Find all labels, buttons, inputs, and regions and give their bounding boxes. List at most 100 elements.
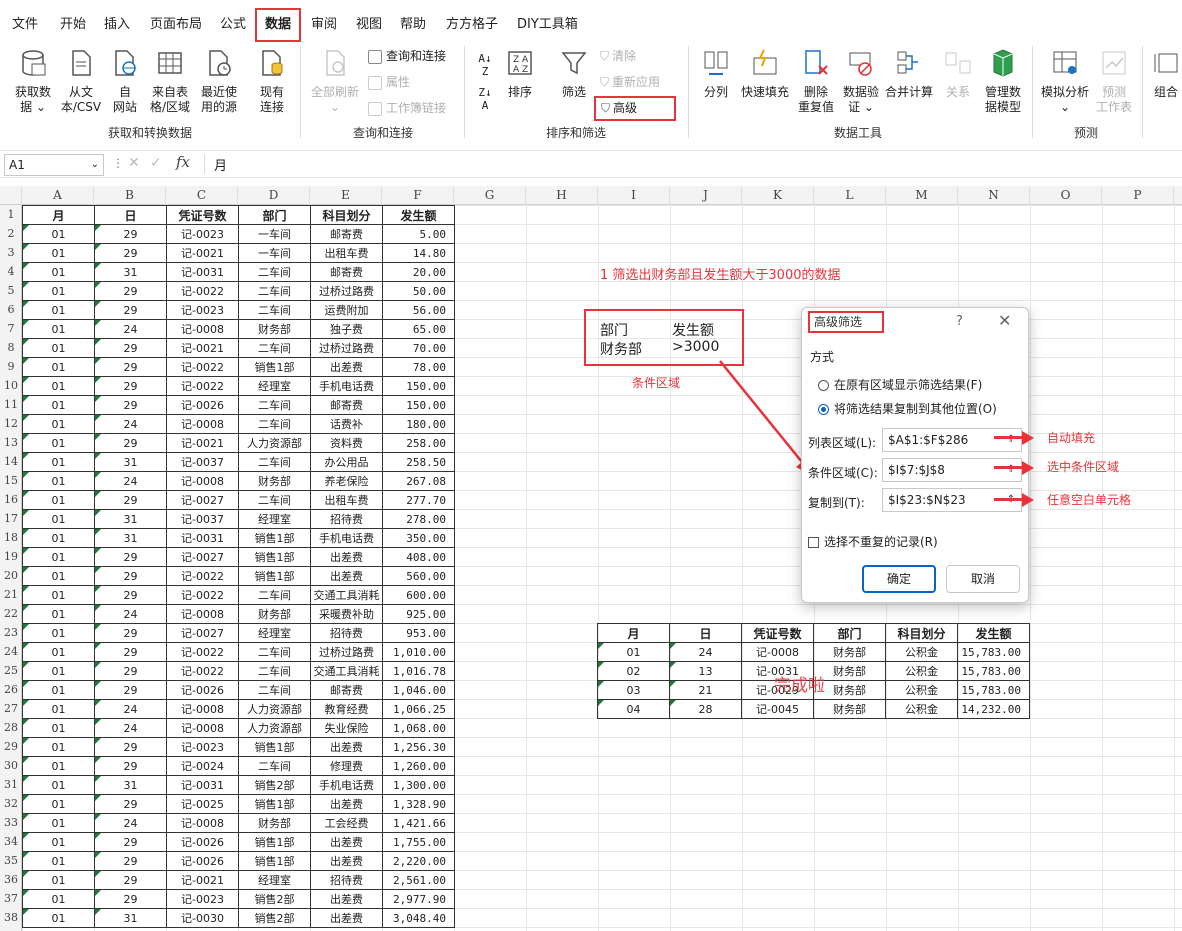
sort-button[interactable]: Z AA Z 排序 [502,46,538,100]
table-cell[interactable]: 01 [22,471,95,491]
table-cell[interactable]: 出租车费 [310,490,383,510]
table-cell[interactable]: 01 [22,756,95,776]
table-cell[interactable]: 1,066.25 [382,699,455,719]
table-cell[interactable]: 教育经费 [310,699,383,719]
row-header[interactable]: 6 [0,300,22,319]
tab-view[interactable]: 视图 [352,8,386,42]
table-cell[interactable]: 953.00 [382,623,455,643]
table-cell[interactable]: 150.00 [382,395,455,415]
header-cell[interactable]: 日 [94,205,167,225]
table-cell[interactable]: 560.00 [382,566,455,586]
table-cell[interactable]: 公积金 [885,661,958,681]
column-header[interactable]: B [94,186,166,205]
table-cell[interactable]: 29 [94,623,167,643]
table-cell[interactable]: 01 [22,908,95,928]
enter-icon[interactable]: ✓ [150,155,162,171]
table-cell[interactable]: 01 [22,775,95,795]
table-cell[interactable]: 记-0008 [166,718,239,738]
table-cell[interactable]: 1,016.78 [382,661,455,681]
table-cell[interactable]: 01 [22,528,95,548]
help-icon[interactable]: ? [956,314,963,329]
queries-connections-button[interactable]: 查询和连接 [368,46,446,66]
table-cell[interactable]: 经理室 [238,870,311,890]
table-cell[interactable]: 31 [94,528,167,548]
unique-records-checkbox[interactable]: 选择不重复的记录(R) [808,533,938,550]
table-cell[interactable]: 记-0026 [166,395,239,415]
properties-button[interactable]: 属性 [368,72,410,92]
header-cell[interactable]: 科目划分 [310,205,383,225]
row-header[interactable]: 17 [0,509,22,528]
table-cell[interactable]: 二车间 [238,490,311,510]
row-header[interactable]: 27 [0,699,22,718]
table-cell[interactable]: 招待费 [310,623,383,643]
row-header[interactable]: 26 [0,680,22,699]
data-validation-button[interactable]: 数据验 证 ⌄ [838,46,884,115]
radio-copy-to-location[interactable]: 将筛选结果复制到其他位置(O) [818,400,997,417]
table-cell[interactable]: 15,783.00 [957,642,1030,662]
table-cell[interactable]: 01 [22,680,95,700]
table-cell[interactable]: 29 [94,547,167,567]
formula-input[interactable]: 月 [214,155,227,174]
table-cell[interactable]: 01 [22,547,95,567]
row-header[interactable]: 34 [0,832,22,851]
row-header[interactable]: 25 [0,661,22,680]
table-cell[interactable]: 01 [22,281,95,301]
table-cell[interactable]: 29 [94,737,167,757]
row-header[interactable]: 1 [0,205,22,224]
select-all-corner[interactable] [0,186,22,205]
table-cell[interactable]: 记-0022 [166,376,239,396]
table-cell[interactable]: 记-0026 [166,680,239,700]
table-cell[interactable]: 人力资源部 [238,433,311,453]
row-header[interactable]: 16 [0,490,22,509]
table-cell[interactable]: 财务部 [238,604,311,624]
tab-data[interactable]: 数据 [255,8,302,42]
table-cell[interactable]: 2,561.00 [382,870,455,890]
row-header[interactable]: 5 [0,281,22,300]
table-cell[interactable]: 记-0022 [166,642,239,662]
table-cell[interactable]: 邮寄费 [310,224,383,244]
table-cell[interactable]: 手机电话费 [310,528,383,548]
table-cell[interactable]: 一车间 [238,243,311,263]
table-cell[interactable]: 01 [22,737,95,757]
row-header[interactable]: 23 [0,623,22,642]
consolidate-button[interactable]: 合并计算 [884,46,934,100]
table-cell[interactable]: 1,046.00 [382,680,455,700]
header-cell[interactable]: 凭证号数 [741,623,814,643]
table-cell[interactable]: 29 [94,851,167,871]
table-cell[interactable]: 记-0022 [166,566,239,586]
table-cell[interactable]: 925.00 [382,604,455,624]
row-header[interactable]: 3 [0,243,22,262]
table-cell[interactable]: 话费补 [310,414,383,434]
table-cell[interactable]: 600.00 [382,585,455,605]
header-cell[interactable]: 发生额 [382,205,455,225]
table-cell[interactable]: 01 [22,642,95,662]
row-header[interactable]: 31 [0,775,22,794]
table-cell[interactable]: 经理室 [238,376,311,396]
table-cell[interactable]: 1,010.00 [382,642,455,662]
table-cell[interactable]: 养老保险 [310,471,383,491]
table-cell[interactable]: 销售1部 [238,566,311,586]
table-cell[interactable]: 工会经费 [310,813,383,833]
table-cell[interactable]: 78.00 [382,357,455,377]
column-header[interactable]: M [886,186,958,205]
column-header[interactable]: D [238,186,310,205]
table-cell[interactable]: 记-0008 [166,414,239,434]
table-cell[interactable]: 15,783.00 [957,661,1030,681]
table-cell[interactable]: 02 [597,661,670,681]
table-cell[interactable]: 二车间 [238,281,311,301]
table-cell[interactable]: 记-0023 [166,300,239,320]
tab-diy-toolbox[interactable]: DIY工具箱 [513,8,582,42]
table-cell[interactable]: 258.00 [382,433,455,453]
table-cell[interactable]: 01 [22,357,95,377]
table-cell[interactable]: 记-0022 [166,357,239,377]
get-data-button[interactable]: 获取数 据 ⌄ [10,46,56,115]
table-cell[interactable]: 销售1部 [238,832,311,852]
table-cell[interactable]: 招待费 [310,509,383,529]
table-cell[interactable]: 记-0008 [166,319,239,339]
flash-fill-button[interactable]: 快速填充 [738,46,792,100]
cancel-button[interactable]: 取消 [946,565,1020,593]
row-header[interactable]: 36 [0,870,22,889]
table-cell[interactable]: 记-0021 [166,870,239,890]
table-cell[interactable]: 交通工具消耗 [310,585,383,605]
forecast-sheet-button[interactable]: 预测 工作表 [1094,46,1134,115]
